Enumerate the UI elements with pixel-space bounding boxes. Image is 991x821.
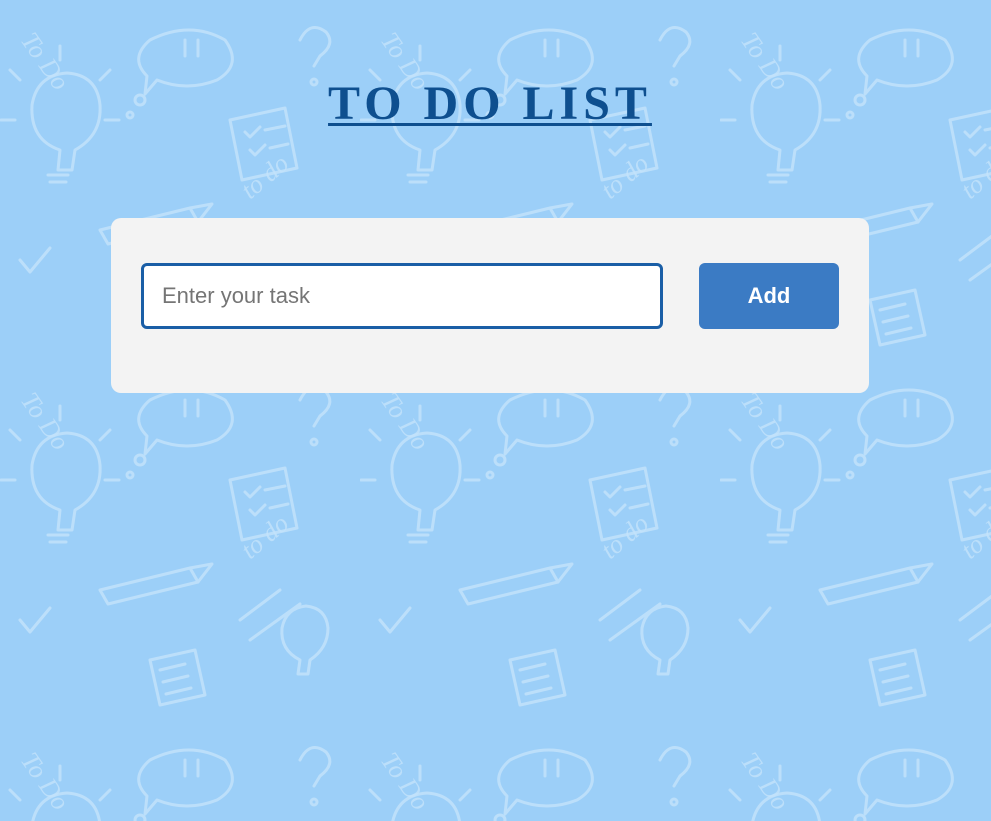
- add-button[interactable]: Add: [699, 263, 839, 329]
- page-title: TO DO LIST: [328, 77, 652, 130]
- task-input[interactable]: [141, 263, 663, 329]
- task-card: Add: [111, 218, 869, 393]
